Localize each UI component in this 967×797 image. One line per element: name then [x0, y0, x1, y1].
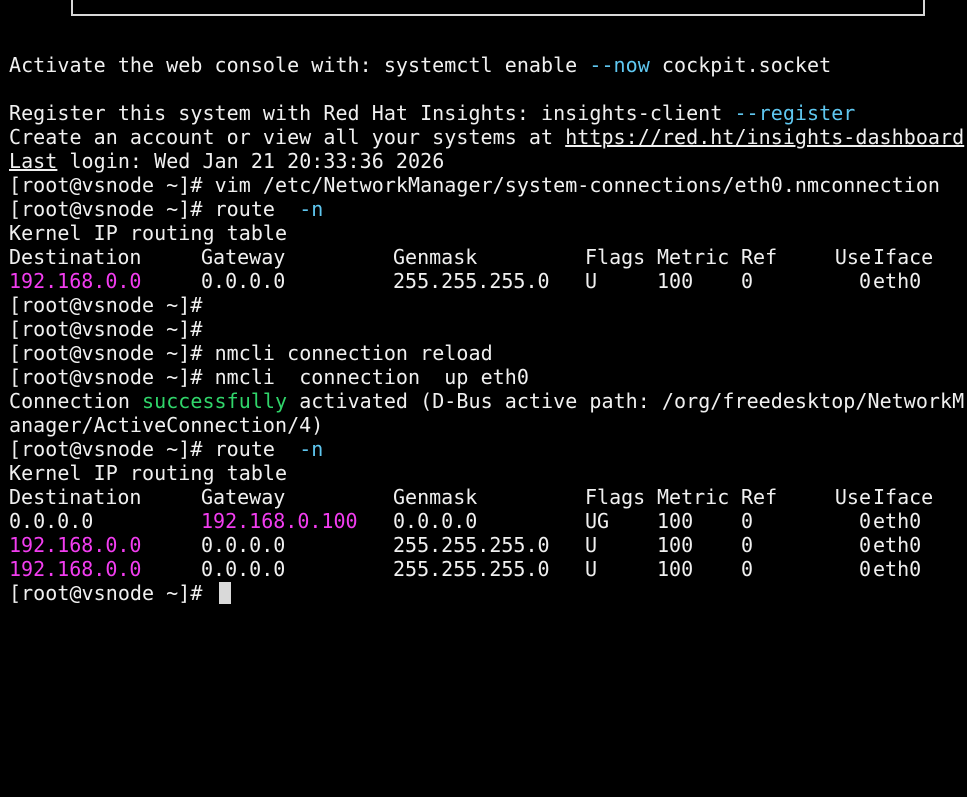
empty-prompt-line: [root@vsnode ~]# — [9, 317, 215, 341]
routing-table-header-1: Destination Gateway Genmask Flags Metric… — [9, 245, 934, 269]
table-row: 0.0.0.0 192.168.0.100 0.0.0.0 UG 100 0 0… — [9, 509, 922, 533]
routing-table-title-1: Kernel IP routing table — [9, 221, 288, 245]
shell-prompt: [root@vsnode ~]# — [9, 173, 215, 197]
command-text: vim /etc/NetworkManager/system-connectio… — [214, 173, 941, 197]
activate-console-line: Activate the web console with: systemctl… — [9, 53, 832, 77]
banner-box-border — [71, 0, 925, 16]
command-line-up: [root@vsnode ~]# nmcli connection up eth… — [9, 365, 529, 389]
routing-table-title-2: Kernel IP routing table — [9, 461, 288, 485]
shell-prompt: [root@vsnode ~]# — [9, 317, 215, 341]
command-line-route-1: [root@vsnode ~]# route -n — [9, 197, 324, 221]
empty-prompt-line: [root@vsnode ~]# — [9, 293, 215, 317]
shell-prompt: [root@vsnode ~]# — [9, 581, 215, 605]
terminal-window[interactable]: Activate the web console with: systemctl… — [9, 0, 967, 610]
table-row: 192.168.0.0 0.0.0.0 255.255.255.0 U 100 … — [9, 557, 922, 581]
shell-prompt: [root@vsnode ~]# — [9, 437, 215, 461]
create-account-line: Create an account or view all your syste… — [9, 125, 965, 149]
text-cursor — [218, 582, 231, 604]
shell-prompt: [root@vsnode ~]# — [9, 197, 215, 221]
table-row: 192.168.0.0 0.0.0.0 255.255.255.0 U 100 … — [9, 533, 922, 557]
shell-prompt: [root@vsnode ~]# — [9, 341, 215, 365]
command-line-route-2: [root@vsnode ~]# route -n — [9, 437, 324, 461]
shell-prompt: [root@vsnode ~]# — [9, 293, 215, 317]
insights-dashboard-link[interactable]: https://red.ht/insights-dashboard — [565, 125, 964, 149]
active-prompt-line[interactable]: [root@vsnode ~]# — [9, 581, 231, 605]
shell-prompt: [root@vsnode ~]# — [9, 365, 215, 389]
routing-table-header-2: Destination Gateway Genmask Flags Metric… — [9, 485, 934, 509]
command-line-reload: [root@vsnode ~]# nmcli connection reload — [9, 341, 493, 365]
command-line-vim: [root@vsnode ~]# vim /etc/NetworkManager… — [9, 173, 940, 197]
connection-status-wrap: anager/ActiveConnection/4) — [9, 413, 324, 437]
table-row: 192.168.0.0 0.0.0.0 255.255.255.0 U 100 … — [9, 269, 922, 293]
connection-status-line: Connection successfully activated (D-Bus… — [9, 389, 965, 413]
last-login-line: Last login: Wed Jan 21 20:33:36 2026 — [9, 149, 445, 173]
register-insights-line: Register this system with Red Hat Insigh… — [9, 101, 856, 125]
